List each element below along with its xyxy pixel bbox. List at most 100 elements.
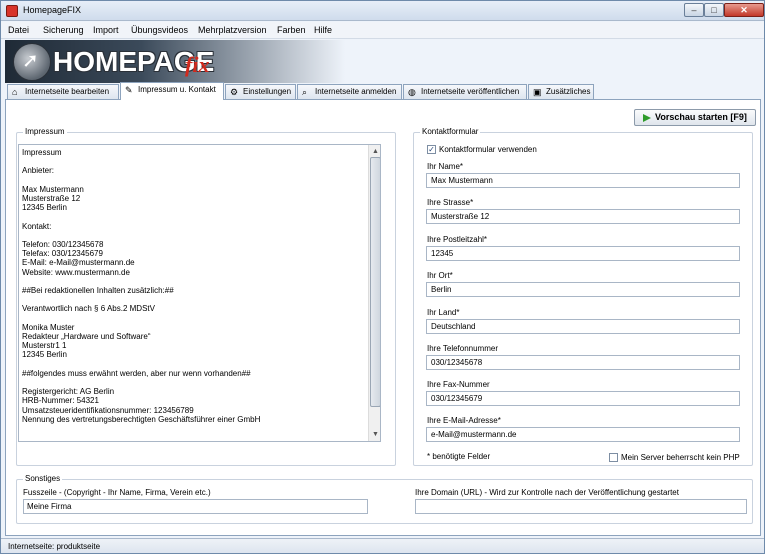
no-php-checkbox[interactable]: [609, 453, 618, 462]
tab-internetseite-anmelden[interactable]: ⌕ Internetseite anmelden: [297, 84, 402, 99]
preview-button-label: Vorschau starten [F9]: [655, 112, 747, 122]
main-panel: Vorschau starten [F9] Impressum Impressu…: [5, 99, 761, 536]
impressum-line: 12345 Berlin: [22, 350, 67, 360]
tab-einstellungen[interactable]: ⚙ Einstellungen: [225, 84, 296, 99]
impressum-line: [22, 157, 260, 166]
logo-arrow-icon: ➚: [22, 50, 39, 72]
impressum-line: [22, 176, 260, 185]
impressum-line: [22, 295, 260, 304]
footer-field[interactable]: Meine Firma: [23, 499, 368, 514]
impressum-line: [22, 360, 260, 369]
impressum-text: Impressum Anbieter: Max Mustermann Muster…: [22, 148, 260, 424]
impressum-scrollbar[interactable]: ▲ ▼: [368, 145, 380, 441]
email-field[interactable]: e-Mail@mustermann.de: [426, 427, 740, 442]
country-label: Ihr Land*: [427, 308, 460, 317]
close-button[interactable]: ✕: [724, 3, 764, 17]
sonstiges-group-label: Sonstiges: [23, 474, 63, 483]
impressum-line: HRB-Nummer: 54321: [22, 396, 99, 406]
impressum-line: [22, 231, 260, 240]
street-label: Ihre Strasse*: [427, 198, 474, 207]
maximize-button[interactable]: □: [704, 3, 724, 17]
impressum-line: Monika Muster: [22, 322, 75, 332]
tab-label: Internetseite veröffentlichen: [421, 87, 520, 96]
window-title: HomepageFIX: [23, 5, 82, 15]
impressum-line: [22, 277, 260, 286]
menu-import[interactable]: Import: [93, 25, 119, 35]
use-contact-form-label: Kontaktformular verwenden: [439, 145, 537, 154]
impressum-textarea[interactable]: Impressum Anbieter: Max Mustermann Muster…: [18, 144, 381, 442]
impressum-line: Registergericht: AG Berlin: [22, 387, 115, 397]
city-field[interactable]: Berlin: [426, 282, 740, 297]
menu-uebungsvideos[interactable]: Übungsvideos: [131, 25, 188, 35]
globe-icon: ◍: [408, 87, 416, 97]
impressum-line: Musterstr1 1: [22, 341, 67, 351]
impressum-line: Telefax: 030/12345679: [22, 249, 103, 259]
impressum-line: Verantwortlich nach § 6 Abs.2 MDStV: [22, 304, 155, 314]
house-icon: ⌂: [12, 87, 18, 97]
title-bar: HomepageFIX – □ ✕: [1, 1, 764, 21]
impressum-line: Redakteur „Hardware und Software“: [22, 332, 151, 342]
name-label: Ihr Name*: [427, 162, 464, 171]
tab-label: Internetseite anmelden: [315, 87, 397, 96]
search-icon: ⌕: [302, 87, 308, 97]
required-note: * benötigte Felder: [427, 452, 491, 461]
minimize-button[interactable]: –: [684, 3, 704, 17]
impressum-line: Nennung des vertretungsberechtigten Gesc…: [22, 414, 261, 424]
impressum-group-label: Impressum: [23, 127, 67, 136]
street-field[interactable]: Musterstraße 12: [426, 209, 740, 224]
footer-label: Fusszeile - (Copyright - Ihr Name, Firma…: [23, 488, 211, 497]
phone-field[interactable]: 030/12345678: [426, 355, 740, 370]
impressum-line: Kontakt:: [22, 221, 52, 231]
settings-icon: ⚙: [230, 87, 239, 97]
impressum-line: [22, 314, 260, 323]
impressum-line: [22, 378, 260, 387]
logo-banner: ➚ HOMEPAGE fix: [5, 40, 761, 83]
menu-datei[interactable]: Datei: [8, 25, 29, 35]
menu-farben[interactable]: Farben: [277, 25, 306, 35]
scroll-thumb[interactable]: [370, 157, 380, 407]
fax-label: Ihre Fax-Nummer: [427, 380, 490, 389]
kontaktformular-group-label: Kontaktformular: [420, 127, 481, 136]
impressum-line: [22, 212, 260, 221]
impressum-line: 12345 Berlin: [22, 203, 67, 213]
tab-zusaetzliches[interactable]: ▣ Zusätzliches: [528, 84, 594, 99]
play-icon: [643, 114, 651, 122]
domain-field[interactable]: [415, 499, 747, 514]
country-field[interactable]: Deutschland: [426, 319, 740, 334]
fax-field[interactable]: 030/12345679: [426, 391, 740, 406]
menu-mehrplatzversion[interactable]: Mehrplatzversion: [198, 25, 267, 35]
tab-internetseite-bearbeiten[interactable]: ⌂ Internetseite bearbeiten: [7, 84, 119, 99]
impressum-line: E-Mail: e-Mail@mustermann.de: [22, 258, 135, 268]
scroll-down-icon[interactable]: ▼: [370, 429, 380, 440]
menu-bar: Datei Sicherung Import Übungsvideos Mehr…: [1, 22, 764, 39]
tab-label: Impressum u. Kontakt: [138, 85, 216, 94]
impressum-line: Impressum: [22, 148, 62, 157]
use-contact-form-checkbox[interactable]: ✓: [427, 145, 436, 154]
impressum-line: ##Bei redaktionellen Inhalten zusätzlich…: [22, 286, 174, 296]
menu-hilfe[interactable]: Hilfe: [314, 25, 332, 35]
preview-button[interactable]: Vorschau starten [F9]: [634, 109, 756, 126]
impressum-line: Website: www.mustermann.de: [22, 267, 130, 277]
no-php-label: Mein Server beherrscht kein PHP: [621, 453, 740, 462]
tab-label: Zusätzliches: [546, 87, 591, 96]
zip-label: Ihre Postleitzahl*: [427, 235, 488, 244]
image-icon: ▣: [533, 87, 542, 97]
tab-label: Internetseite bearbeiten: [25, 87, 110, 96]
impressum-line: Telefon: 030/12345678: [22, 240, 104, 250]
tab-impressum-kontakt[interactable]: ✎ Impressum u. Kontakt: [120, 82, 224, 100]
scroll-up-icon[interactable]: ▲: [370, 146, 380, 157]
impressum-line: Anbieter:: [22, 166, 55, 176]
impressum-line: Musterstraße 12: [22, 194, 81, 204]
notepad-icon: ✎: [125, 85, 133, 95]
app-icon: [6, 5, 18, 17]
tab-bar: ⌂ Internetseite bearbeiten ✎ Impressum u…: [5, 82, 761, 100]
zip-field[interactable]: 12345: [426, 246, 740, 261]
menu-sicherung[interactable]: Sicherung: [43, 25, 84, 35]
tab-internetseite-veroeffentlichen[interactable]: ◍ Internetseite veröffentlichen: [403, 84, 527, 99]
phone-label: Ihre Telefonnummer: [427, 344, 498, 353]
impressum-line: Max Mustermann: [22, 184, 84, 194]
name-field[interactable]: Max Mustermann: [426, 173, 740, 188]
status-bar: Internetseite: produktseite: [1, 538, 764, 553]
logo-suffix: fix: [185, 52, 210, 77]
impressum-line: Umsatzsteueridentifikationsnummer: 12345…: [22, 405, 194, 415]
